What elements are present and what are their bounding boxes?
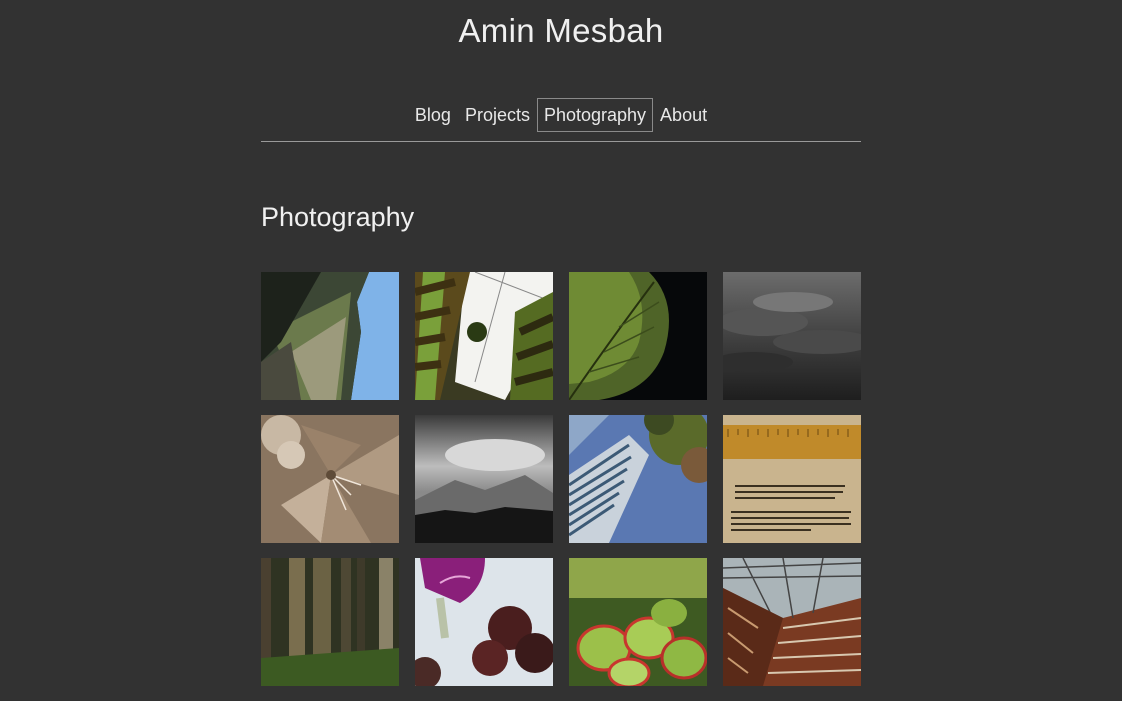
main-nav: Blog Projects Photography About: [0, 98, 1122, 132]
sepia-lily-photo[interactable]: [261, 415, 399, 543]
nav-about[interactable]: About: [653, 98, 714, 132]
succulent-photo[interactable]: [569, 558, 707, 686]
nav-photography[interactable]: Photography: [536, 98, 654, 132]
iron-atrium-photo[interactable]: [723, 558, 861, 686]
brass-ruler-card-photo[interactable]: [723, 415, 861, 543]
photo-grid: [261, 272, 861, 686]
forest-trees-photo[interactable]: [261, 558, 399, 686]
nav-divider: [261, 141, 861, 142]
nav-projects[interactable]: Projects: [458, 98, 537, 132]
skyscraper-photo[interactable]: [569, 415, 707, 543]
rock-cliff-photo[interactable]: [261, 272, 399, 400]
storm-clouds-photo[interactable]: [723, 272, 861, 400]
nav-blog[interactable]: Blog: [408, 98, 458, 132]
mountain-clouds-photo[interactable]: [415, 415, 553, 543]
site-title[interactable]: Amin Mesbah: [0, 12, 1122, 50]
green-leaf-photo[interactable]: [569, 272, 707, 400]
purple-flower-photo[interactable]: [415, 558, 553, 686]
page-heading: Photography: [261, 202, 415, 232]
striped-plant-photo[interactable]: [415, 272, 553, 400]
